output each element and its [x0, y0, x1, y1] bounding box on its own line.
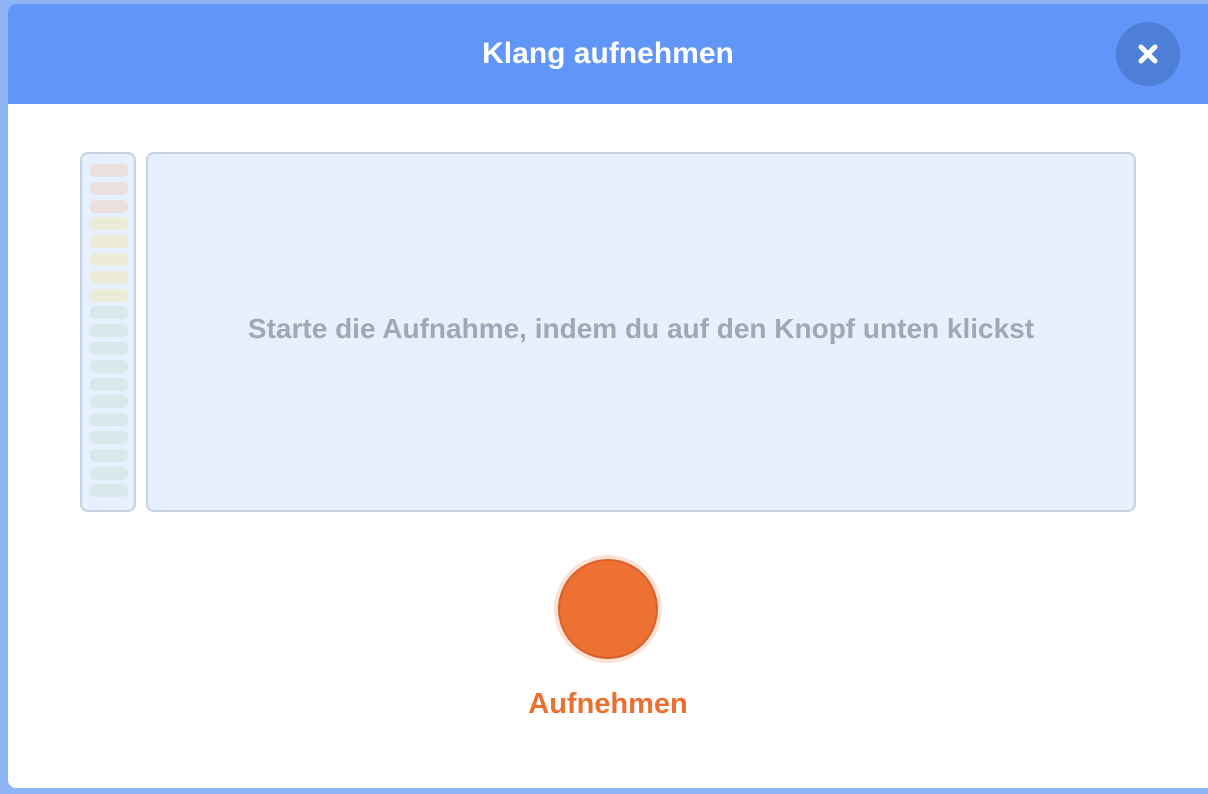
level-meter-segment [90, 466, 128, 480]
level-meter-segment [90, 235, 128, 249]
record-button[interactable] [554, 555, 662, 663]
waveform-area: Starte die Aufnahme, indem du auf den Kn… [146, 152, 1136, 512]
level-meter-segment [90, 413, 128, 427]
record-label[interactable]: Aufnehmen [408, 688, 808, 721]
record-dot-icon [558, 559, 658, 659]
level-meter-segment [90, 359, 128, 373]
level-meter-segment [90, 306, 128, 320]
level-meter-segment [90, 324, 128, 338]
level-meter-segment [90, 377, 128, 391]
level-meter-segment [90, 199, 128, 213]
level-meter-segment [90, 448, 128, 462]
level-meter-segment [90, 270, 128, 284]
level-meter-segment [90, 395, 128, 409]
level-meter [80, 152, 136, 512]
level-meter-segment [90, 164, 128, 177]
recording-instruction: Starte die Aufnahme, indem du auf den Kn… [247, 313, 1035, 344]
dialog-title: Klang aufnehmen [482, 37, 734, 70]
close-button[interactable] [1116, 22, 1180, 86]
dialog-header: Klang aufnehmen [8, 4, 1208, 104]
close-icon [1137, 43, 1159, 65]
level-meter-segment [90, 288, 128, 302]
level-meter-segment [90, 217, 128, 231]
level-meter-segment [90, 431, 128, 444]
level-meter-segment [90, 484, 128, 498]
level-meter-segment [90, 342, 128, 355]
record-sound-dialog: Klang aufnehmen Starte die Aufnahme, ind… [8, 4, 1208, 788]
level-meter-segment [90, 181, 128, 195]
level-meter-segment [90, 253, 128, 266]
